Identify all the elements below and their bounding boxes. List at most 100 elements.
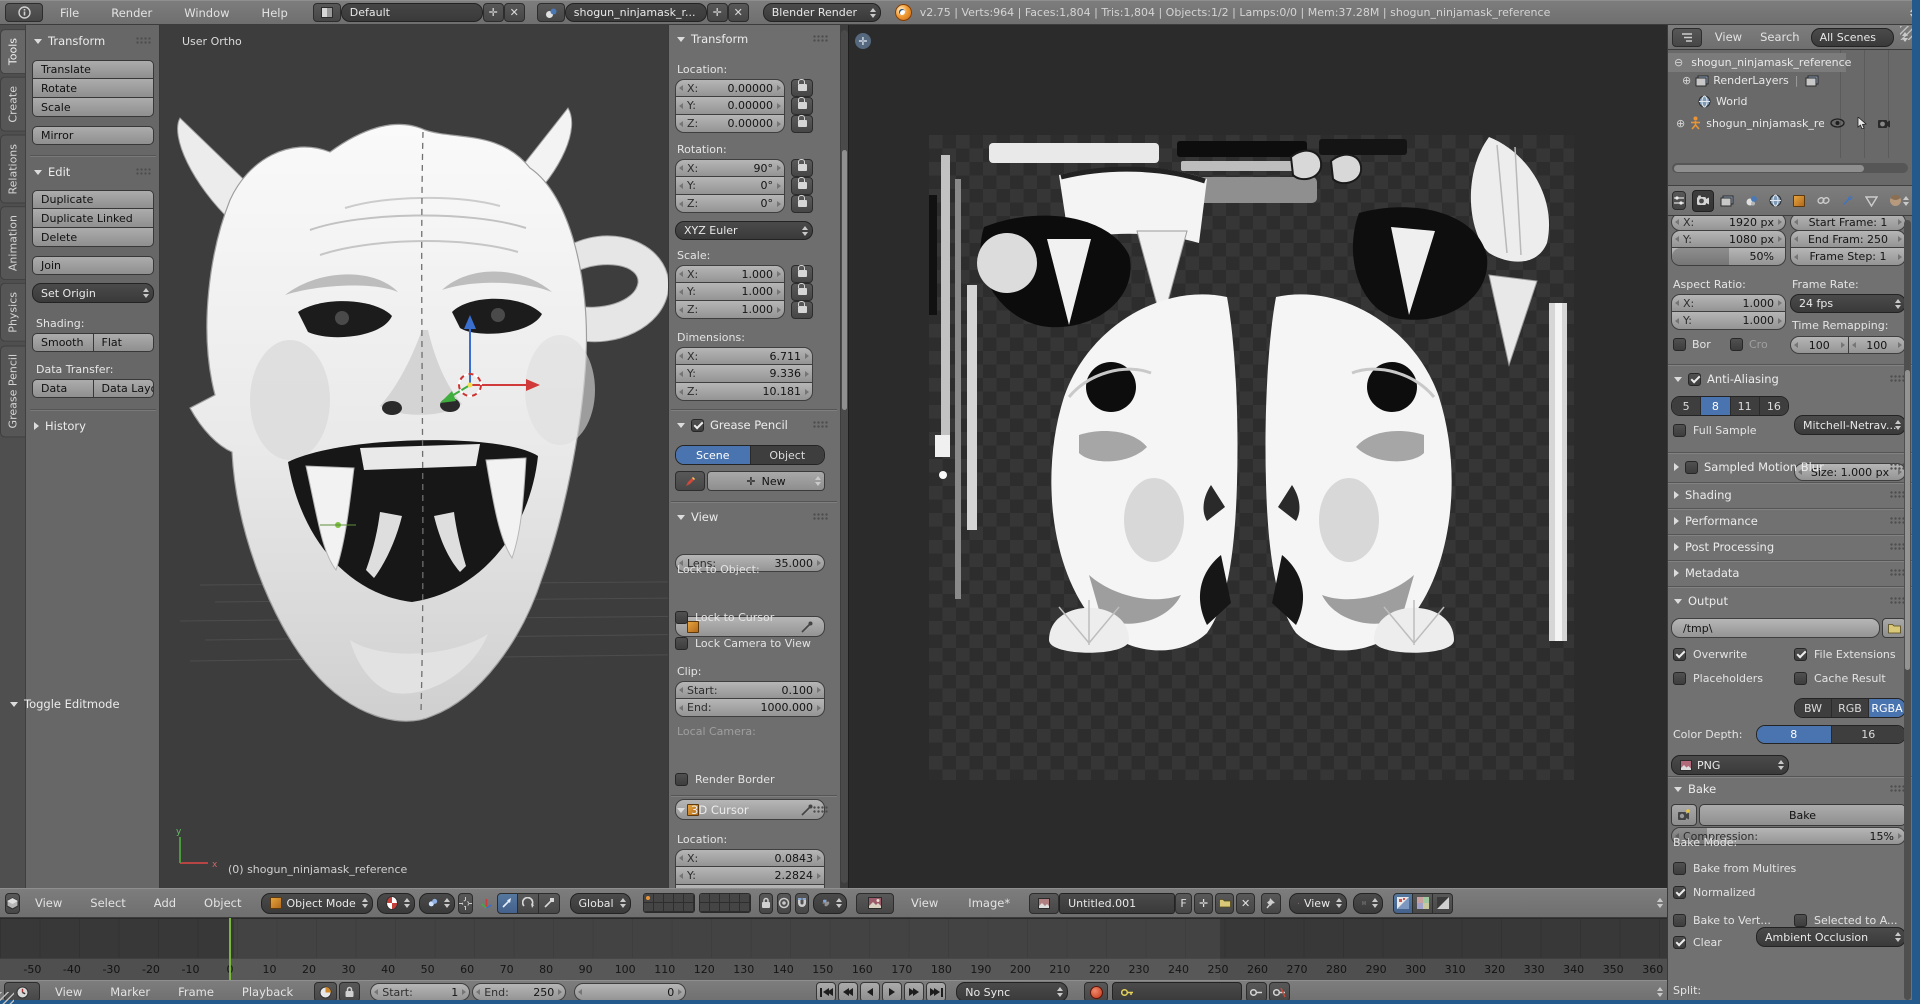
- auto-keyframe-record-button[interactable]: [1084, 982, 1109, 1002]
- aspect-y-field[interactable]: Y: 1.000: [1671, 312, 1786, 330]
- tool-button[interactable]: Translate: [32, 60, 154, 79]
- tab-object[interactable]: [1788, 190, 1810, 212]
- border-checkbox[interactable]: [1673, 338, 1686, 351]
- menu-item[interactable]: View: [26, 896, 71, 910]
- layer-cell[interactable]: [729, 903, 740, 912]
- normalized-checkbox[interactable]: [1673, 886, 1686, 899]
- location-field[interactable]: Z: 0.00000: [675, 115, 785, 133]
- grease-pencil-checkbox[interactable]: [691, 418, 704, 432]
- data-button[interactable]: Data: [32, 379, 94, 398]
- toolshelf-tab[interactable]: Tools: [0, 29, 25, 75]
- lock-location-x-button[interactable]: [791, 79, 813, 97]
- outliner-row-renderlayers[interactable]: ⊕ RenderLayers |: [1682, 74, 1819, 87]
- aa-filter-dropdown[interactable]: Mitchell-Netrav...: [1794, 415, 1906, 435]
- editor-type-properties-icon[interactable]: [1672, 191, 1909, 210]
- tab-constraints[interactable]: [1812, 190, 1834, 212]
- toolshelf-tab[interactable]: Animation: [0, 206, 25, 281]
- tool-button[interactable]: Duplicate Linked: [32, 209, 154, 228]
- menu-item[interactable]: Object: [195, 896, 250, 910]
- aa-sample-option[interactable]: 11: [1730, 397, 1760, 415]
- image-mode-dropdown[interactable]: View: [1289, 892, 1348, 914]
- transform-manipulator[interactable]: [400, 305, 560, 465]
- shade-flat-button[interactable]: Flat: [93, 333, 154, 352]
- editor-type-image-icon[interactable]: [856, 892, 1663, 914]
- draw-channel-color-alpha-toggle[interactable]: [1393, 892, 1414, 914]
- region-expand-icon[interactable]: ✛: [855, 33, 871, 49]
- outliner-scrollbar[interactable]: [1672, 163, 1908, 173]
- current-frame-field[interactable]: 0: [574, 983, 687, 1001]
- draw-channel-color-toggle[interactable]: [1413, 892, 1434, 914]
- toolshelf-tab[interactable]: Relations: [0, 134, 25, 204]
- play-button[interactable]: [882, 982, 903, 1002]
- previous-keyframe-button[interactable]: [838, 982, 859, 1002]
- scale-field[interactable]: X: 1.000: [675, 265, 785, 283]
- lock-range-button[interactable]: [339, 982, 361, 1002]
- manipulator-rotate-toggle[interactable]: [517, 892, 539, 914]
- play-reverse-button[interactable]: [860, 982, 881, 1002]
- dimension-field[interactable]: Z: 10.181: [675, 383, 813, 401]
- menu-item[interactable]: Playback: [233, 985, 302, 999]
- post-processing-header[interactable]: Post Processing: [1674, 540, 1906, 554]
- editor-type-info-icon[interactable]: [5, 3, 1916, 22]
- outliner-view-menu[interactable]: View: [1706, 30, 1751, 44]
- placeholders-checkbox[interactable]: [1673, 672, 1686, 685]
- output-path-field[interactable]: /tmp\: [1671, 618, 1880, 638]
- menu-item[interactable]: View: [902, 896, 947, 910]
- tool-button[interactable]: Scale: [32, 98, 154, 117]
- bake-from-multires-checkbox[interactable]: [1673, 862, 1686, 875]
- layer-cell[interactable]: [653, 894, 664, 903]
- menu-item[interactable]: Select: [81, 896, 134, 910]
- transform-orientation-dropdown[interactable]: Global: [569, 892, 631, 914]
- menu-item[interactable]: Render: [102, 6, 161, 20]
- output-browse-button[interactable]: [1882, 618, 1906, 638]
- aa-sample-option[interactable]: 16: [1759, 397, 1788, 415]
- scale-field[interactable]: Z: 1.000: [675, 301, 785, 319]
- delete-layout-button[interactable]: ✕: [503, 3, 525, 22]
- remap-old-field[interactable]: 100: [1790, 336, 1849, 354]
- channel-option[interactable]: BW: [1795, 699, 1832, 717]
- rotation-field[interactable]: Z: 0°: [675, 195, 785, 213]
- lock-to-cursor-checkbox[interactable]: [675, 611, 688, 624]
- fake-user-button[interactable]: F: [1175, 892, 1193, 914]
- end-frame-field[interactable]: End Fram: 250: [1790, 230, 1906, 248]
- location-field[interactable]: Y: 0.00000: [675, 97, 785, 115]
- render-engine-selector[interactable]: Blender Render: [762, 3, 881, 22]
- eyedropper-icon[interactable]: [801, 621, 813, 633]
- screen-layout-selector[interactable]: Default: [340, 3, 483, 22]
- frame-step-field[interactable]: Frame Step: 1: [1790, 248, 1906, 266]
- history-panel-header[interactable]: History: [34, 419, 152, 433]
- location-field[interactable]: X: 0.00000: [675, 79, 785, 97]
- depth-option[interactable]: 8: [1757, 726, 1832, 743]
- layer-cell[interactable]: [663, 903, 674, 912]
- lock-scale-x-button[interactable]: [791, 265, 813, 283]
- toolshelf-tab[interactable]: Grease Pencil: [0, 344, 25, 438]
- output-header[interactable]: Output: [1674, 594, 1906, 608]
- tab-modifiers[interactable]: [1836, 190, 1858, 212]
- tab-render-layers[interactable]: [1716, 190, 1738, 212]
- dimension-field[interactable]: Y: 9.336: [675, 365, 813, 383]
- panel-drag-grip-icon[interactable]: [813, 806, 829, 814]
- render-border-checkbox[interactable]: [675, 773, 688, 786]
- mirror-button[interactable]: Mirror: [32, 126, 154, 145]
- menu-item[interactable]: View: [46, 985, 91, 999]
- depth-option[interactable]: 16: [1831, 726, 1905, 743]
- n-panel-scrollbar[interactable]: [841, 30, 848, 883]
- tab-world[interactable]: [1764, 190, 1786, 212]
- cursor-section-header[interactable]: 3D Cursor: [677, 803, 829, 817]
- crop-checkbox[interactable]: [1730, 338, 1743, 351]
- grease-pencil-layer-dropdown[interactable]: [675, 471, 821, 491]
- browse-image-button[interactable]: [1029, 892, 1663, 914]
- panel-drag-grip-icon[interactable]: [136, 168, 152, 176]
- layer-cell[interactable]: [643, 903, 654, 912]
- frame-range-options-button[interactable]: [314, 982, 338, 1002]
- transform-section-header[interactable]: Transform: [677, 32, 829, 46]
- insert-keyframe-button[interactable]: [1246, 982, 1268, 1002]
- tree-expand-icon[interactable]: ⊕: [1682, 74, 1691, 87]
- layer-grid-left[interactable]: [642, 893, 695, 913]
- file-extensions-checkbox[interactable]: [1794, 648, 1807, 661]
- lock-rotation-z-button[interactable]: [791, 195, 813, 213]
- layer-cell[interactable]: [673, 903, 684, 912]
- panel-drag-grip-icon[interactable]: [136, 37, 152, 45]
- metadata-header[interactable]: Metadata: [1674, 566, 1906, 580]
- tree-expand-icon[interactable]: ⊕: [1676, 117, 1685, 130]
